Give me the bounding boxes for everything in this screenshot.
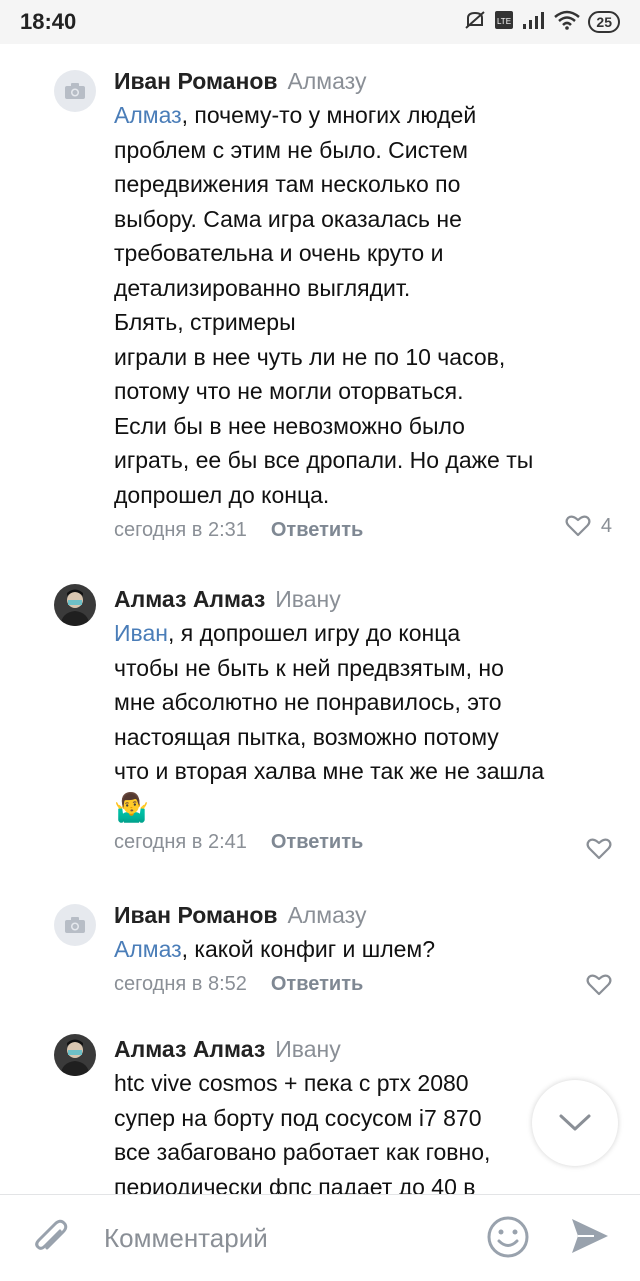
- comment-body: Иван Романов Алмазу Алмаз, почему-то у мн…: [114, 66, 614, 548]
- comment-author[interactable]: Иван Романов: [114, 902, 278, 928]
- comment-header: Иван Романов Алмазу: [114, 900, 614, 930]
- user-photo-icon: [60, 589, 90, 626]
- heart-icon: [586, 838, 612, 860]
- comment-header: Иван Романов Алмазу: [114, 66, 614, 96]
- like-count: 4: [600, 514, 612, 537]
- comment-composer: [0, 1194, 640, 1281]
- reply-button[interactable]: Ответить: [271, 831, 363, 854]
- reply-button[interactable]: Ответить: [271, 519, 363, 542]
- comment-body: Алмаз Алмаз Ивану Иван, я допрошел игру д…: [114, 584, 614, 861]
- user-photo-icon: [60, 1039, 90, 1076]
- comment-author[interactable]: Алмаз Алмаз: [114, 1036, 265, 1062]
- chevron-down-icon: [559, 1114, 591, 1131]
- volte-icon: LTE: [494, 10, 514, 35]
- comment-text-body: , какой конфиг и шлем?: [181, 936, 436, 962]
- avatar[interactable]: [54, 584, 96, 626]
- comment-meta: сегодня в 2:31 Ответить: [114, 512, 614, 548]
- comment-reply-to[interactable]: Ивану: [275, 1036, 341, 1062]
- comment-mention[interactable]: Иван: [114, 620, 168, 646]
- comment-author[interactable]: Алмаз Алмаз: [114, 586, 265, 612]
- comment-mention[interactable]: Алмаз: [114, 936, 182, 962]
- scroll-down-button[interactable]: [532, 1080, 618, 1166]
- svg-text:LTE: LTE: [497, 17, 511, 26]
- comment-meta: сегодня в 8:52 Ответить: [114, 967, 614, 1003]
- avatar[interactable]: [54, 1034, 96, 1076]
- battery-icon: 25: [588, 11, 620, 33]
- avatar[interactable]: [54, 70, 96, 112]
- comment-time: сегодня в 2:31: [114, 518, 247, 541]
- comment-reply-to[interactable]: Ивану: [275, 586, 341, 612]
- camera-icon: [65, 917, 85, 933]
- comment-text-body: , почему-то у многих людей проблем с эти…: [114, 102, 534, 508]
- camera-icon: [65, 83, 85, 99]
- comment-author[interactable]: Иван Романов: [114, 68, 278, 94]
- status-bar: 18:40 LTE 25: [0, 0, 640, 44]
- comment-text-body: , я допрошел игру до конца чтобы не быть…: [114, 620, 545, 784]
- comment-text: Алмаз, почему-то у многих людей проблем …: [114, 98, 614, 512]
- like-button[interactable]: 4: [565, 514, 612, 538]
- comment-header: Алмаз Алмаз Ивану: [114, 584, 614, 614]
- avatar[interactable]: [54, 904, 96, 946]
- like-button[interactable]: [586, 837, 612, 861]
- paperclip-icon[interactable]: [30, 1217, 70, 1264]
- heart-icon: [565, 515, 591, 537]
- comment-text: Иван, я допрошел игру до конца чтобы не …: [114, 616, 614, 789]
- wifi-icon: [554, 10, 581, 35]
- shrug-emoji: 🤷‍♂️: [114, 791, 149, 823]
- comment-reply-to[interactable]: Алмазу: [288, 902, 367, 928]
- signal-icon: [522, 10, 546, 35]
- comment-meta: сегодня в 2:41 Ответить: [114, 825, 614, 861]
- comment-input[interactable]: [102, 1217, 466, 1259]
- comment-time: сегодня в 8:52: [114, 973, 247, 995]
- smile-icon[interactable]: [486, 1215, 530, 1264]
- heart-icon: [586, 974, 612, 996]
- comment-time: сегодня в 2:41: [114, 831, 247, 853]
- send-icon[interactable]: [568, 1215, 610, 1262]
- comment-header: Алмаз Алмаз Ивану: [114, 1034, 614, 1064]
- reply-button[interactable]: Ответить: [271, 973, 363, 996]
- status-time: 18:40: [20, 9, 77, 34]
- comment-text: Алмаз, какой конфиг и шлем?: [114, 932, 614, 967]
- like-button[interactable]: [586, 973, 612, 997]
- status-icons: LTE 25: [464, 10, 620, 35]
- comment-reply-to[interactable]: Алмазу: [288, 68, 367, 94]
- mute-icon: [464, 10, 486, 35]
- comment-mention[interactable]: Алмаз: [114, 102, 182, 128]
- comments-feed[interactable]: Иван Романов Алмазу Алмаз, почему-то у мн…: [0, 44, 640, 1194]
- comment-body: Иван Романов Алмазу Алмаз, какой конфиг и…: [114, 900, 614, 1003]
